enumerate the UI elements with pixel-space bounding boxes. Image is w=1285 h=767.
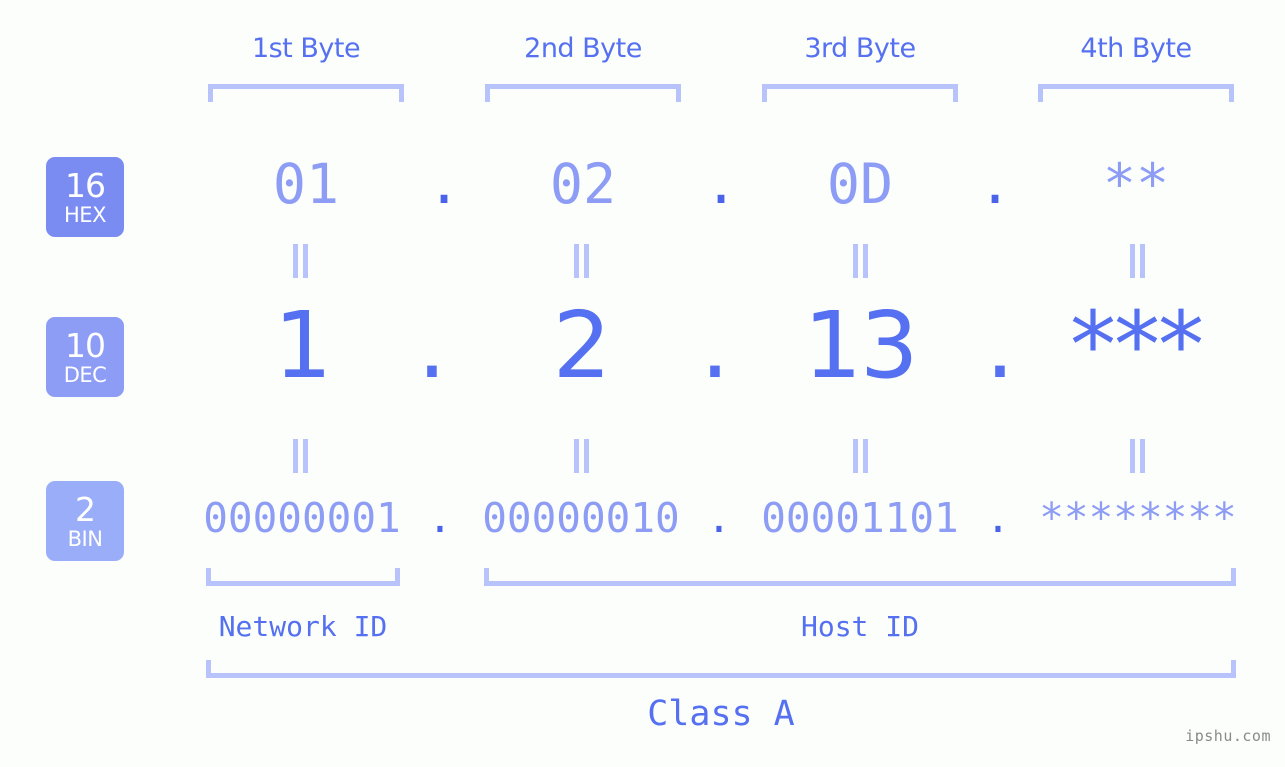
- hex-separator-2: .: [704, 152, 738, 216]
- equals-connector-hex-dec-1: [289, 244, 311, 278]
- dec-byte-4: ***: [1070, 292, 1204, 399]
- dec-separator-3: .: [985, 292, 1015, 399]
- bin-separator-3: .: [985, 494, 1011, 542]
- equals-connector-dec-bin-3: [849, 439, 871, 473]
- bin-separator-1: .: [427, 494, 453, 542]
- class-bracket: [206, 660, 1236, 678]
- equals-connector-hex-dec-2: [570, 244, 592, 278]
- byte-bracket-4: [1038, 84, 1234, 102]
- equals-connector-dec-bin-1: [289, 439, 311, 473]
- host-id-label: Host ID: [800, 610, 919, 643]
- network-id-label: Network ID: [218, 610, 388, 643]
- byte-bracket-3: [762, 84, 958, 102]
- hex-separator-3: .: [978, 152, 1012, 216]
- base-badge-hex-name: HEX: [64, 202, 106, 227]
- bin-separator-2: .: [706, 494, 732, 542]
- ip-address-breakdown-diagram: 1st Byte 2nd Byte 3rd Byte 4th Byte 16 H…: [0, 0, 1285, 767]
- hex-byte-4: **: [1102, 152, 1170, 216]
- byte-bracket-2: [485, 84, 681, 102]
- byte-header-label-2: 2nd Byte: [524, 33, 642, 64]
- host-id-bracket: [484, 568, 1236, 586]
- base-badge-bin-name: BIN: [67, 526, 103, 551]
- base-badge-dec-name: DEC: [63, 362, 107, 387]
- equals-connector-hex-dec-4: [1126, 244, 1148, 278]
- hex-byte-1: 01: [272, 152, 340, 216]
- base-badge-hex-number: 16: [65, 165, 106, 205]
- dec-byte-3: 13: [803, 292, 918, 399]
- base-badge-dec: 10 DEC: [46, 317, 124, 397]
- hex-separator-1: .: [427, 152, 461, 216]
- bin-byte-1: 00000001: [203, 494, 401, 542]
- dec-separator-2: .: [700, 292, 730, 399]
- equals-connector-dec-bin-4: [1126, 439, 1148, 473]
- dec-separator-1: .: [417, 292, 447, 399]
- base-badge-bin-number: 2: [75, 489, 96, 529]
- dec-byte-1: 1: [273, 292, 333, 399]
- class-label: Class A: [647, 694, 795, 734]
- site-watermark: ipshu.com: [1185, 727, 1271, 745]
- network-id-bracket: [206, 568, 400, 586]
- bin-byte-4: ********: [1039, 494, 1237, 542]
- bin-byte-3: 00001101: [761, 494, 959, 542]
- byte-header-label-3: 3rd Byte: [804, 33, 916, 64]
- byte-header-label-4: 4th Byte: [1080, 33, 1192, 64]
- hex-byte-3: 0D: [826, 152, 894, 216]
- equals-connector-hex-dec-3: [849, 244, 871, 278]
- dec-byte-2: 2: [552, 292, 612, 399]
- base-badge-hex: 16 HEX: [46, 157, 124, 237]
- base-badge-bin: 2 BIN: [46, 481, 124, 561]
- byte-header-label-1: 1st Byte: [251, 33, 361, 64]
- equals-connector-dec-bin-2: [570, 439, 592, 473]
- base-badge-dec-number: 10: [65, 325, 106, 365]
- byte-bracket-1: [208, 84, 404, 102]
- bin-byte-2: 00000010: [482, 494, 680, 542]
- hex-byte-2: 02: [549, 152, 617, 216]
